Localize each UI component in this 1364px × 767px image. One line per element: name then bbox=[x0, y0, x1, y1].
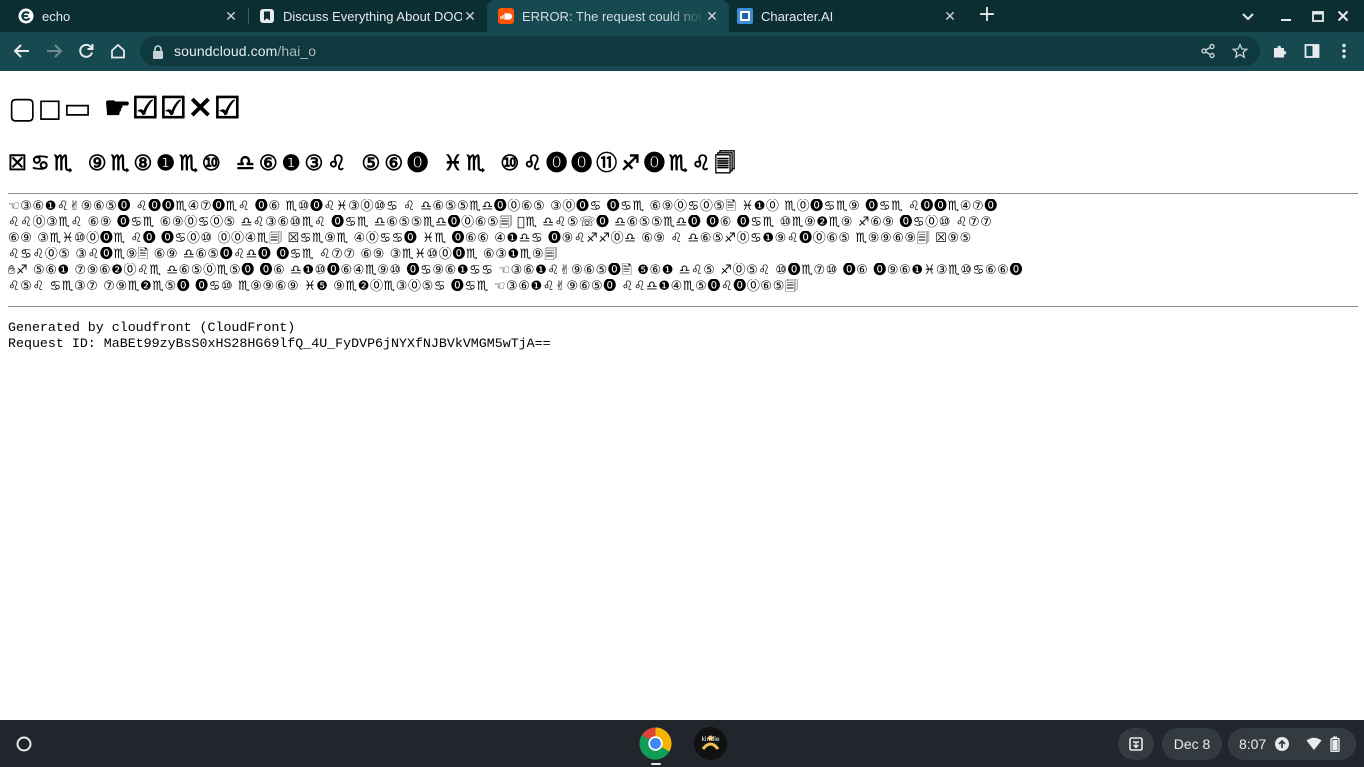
browser-toolbar: soundcloud.com/hai_o bbox=[0, 32, 1364, 71]
address-bar[interactable]: soundcloud.com/hai_o bbox=[140, 36, 1260, 66]
echo-logo-icon bbox=[18, 8, 34, 24]
url-text: soundcloud.com/hai_o bbox=[174, 36, 316, 66]
tab-search-chevron-icon[interactable] bbox=[1232, 0, 1264, 32]
new-tab-plus-icon[interactable]: + bbox=[976, 4, 998, 27]
share-icon[interactable] bbox=[1198, 41, 1218, 61]
side-panel-icon[interactable] bbox=[1297, 36, 1327, 66]
update-arrow-icon bbox=[1274, 736, 1290, 752]
wifi-icon bbox=[1306, 737, 1322, 751]
close-window-icon[interactable] bbox=[1327, 0, 1359, 32]
date-pill[interactable]: Dec 8 bbox=[1162, 728, 1222, 760]
tote-holding-space-icon[interactable] bbox=[1118, 728, 1154, 760]
tab-discuss-doors[interactable]: Discuss Everything About DOORS ✕ bbox=[249, 0, 487, 32]
launcher-circle-icon[interactable] bbox=[10, 730, 38, 758]
extensions-puzzle-icon[interactable] bbox=[1265, 36, 1295, 66]
divider bbox=[8, 306, 1358, 307]
character-ai-icon bbox=[737, 8, 753, 24]
close-icon[interactable]: ✕ bbox=[942, 8, 958, 24]
tab-echo[interactable]: echo ✕ bbox=[0, 0, 248, 32]
close-icon[interactable]: ✕ bbox=[704, 8, 720, 24]
forward-arrow-icon[interactable] bbox=[39, 36, 69, 66]
svg-text:kindle: kindle bbox=[701, 736, 719, 743]
running-indicator bbox=[651, 763, 661, 765]
error-heading: ▢◻︎▭ ☛☑︎☑︎✕☑︎ bbox=[8, 91, 242, 126]
url-path: /hai_o bbox=[277, 43, 317, 59]
tab-soundcloud-error[interactable]: ERROR: The request could not be satisfie… bbox=[487, 0, 729, 32]
error-subheading: ☒♋︎♏︎ ⑨♏︎⑧❶♏︎⑩ ♎︎⑥❶③♌︎ ⑤⑥⓿ ♓︎♏︎ ⑩♌︎⓿⓿⑪♐︎… bbox=[8, 150, 740, 175]
back-arrow-icon[interactable] bbox=[7, 36, 37, 66]
text-line: ♌︎⑤♌︎ ♋︎♏︎③⑦ ⑦⑨♏︎❷♏︎⑤⓿ ⓿♋︎⑩ ♏︎⑨⑨⑥⑨ ♓︎❺ ⑨… bbox=[8, 279, 799, 294]
tab-strip: echo ✕ Discuss Everything About DOORS ✕ … bbox=[0, 0, 1364, 32]
soundcloud-icon bbox=[498, 8, 514, 24]
close-icon[interactable]: ✕ bbox=[223, 8, 239, 24]
text-line: ♌︎♌︎⓪③♏︎♌︎ ⑥⑨ ⓿♋︎♏︎ ⑥⑨⓪♋︎⓪⑤ ♎︎♌︎③⑥⑩♏︎♌︎ … bbox=[8, 215, 993, 230]
request-id-text: Request ID: MaBEt99zyBsS0xHS28HG69lfQ_4U… bbox=[8, 336, 551, 351]
bookmark-site-icon bbox=[259, 8, 275, 24]
bookmark-star-icon[interactable] bbox=[1230, 41, 1250, 61]
text-line: ☜③⑥❶♌︎✌︎⑨⑥⑤⓿ ♌︎⓿⓿♏︎④⑦⓿♏︎♌︎ ⓿⑥ ♏︎⑩⓿♌︎♓︎③⓪… bbox=[8, 199, 998, 214]
kindle-icon[interactable]: kindle bbox=[694, 727, 727, 760]
reload-icon[interactable] bbox=[71, 36, 101, 66]
battery-icon bbox=[1330, 736, 1340, 752]
page-content: ▢◻︎▭ ☛☑︎☑︎✕☑︎ ☒♋︎♏︎ ⑨♏︎⑧❶♏︎⑩ ♎︎⑥❶③♌︎ ⑤⑥⓿… bbox=[0, 71, 1364, 720]
text-line: ✋︎♐︎ ⑤⑥❶ ⑦⑨⑥❷⓪♌︎♏︎ ♎︎⑥⑤⓪♏︎⑤⓿ ⓿⑥ ♎︎❶⑩⓿⑥④♏… bbox=[8, 263, 1024, 278]
home-icon[interactable] bbox=[103, 36, 133, 66]
error-description: ☜③⑥❶♌︎✌︎⑨⑥⑤⓿ ♌︎⓿⓿♏︎④⑦⓿♏︎♌︎ ⓿⑥ ♏︎⑩⓿♌︎♓︎③⓪… bbox=[8, 199, 1358, 295]
tab-title: Discuss Everything About DOORS bbox=[283, 8, 462, 24]
tab-title: Character.AI bbox=[761, 8, 834, 24]
tab-character-ai[interactable]: Character.AI ✕ bbox=[729, 0, 967, 32]
text-line: ♌︎♋︎♌︎⓪⑤ ③♌︎⓿♏︎⑨🖹 ⑥⑨ ♎︎⑥⑤⓿♌︎♎︎⓿ ⓿♋︎♏︎ ♌︎… bbox=[8, 247, 558, 262]
text-line: ⑥⑨ ③♏︎♓︎⑩⓪⓿♏︎ ♌︎⓿ ⓿♋︎⓪⑩ ⓪⓪④♏︎🗐 ☒♋︎♏︎⑨♏︎ … bbox=[8, 231, 972, 246]
generated-by-text: Generated by cloudfront (CloudFront) bbox=[8, 320, 296, 335]
minimize-icon[interactable] bbox=[1270, 0, 1302, 32]
chrome-icon[interactable] bbox=[639, 727, 672, 760]
status-area[interactable]: 8:07 bbox=[1228, 728, 1356, 760]
lock-icon[interactable] bbox=[152, 44, 164, 63]
clock-text: 8:07 bbox=[1239, 736, 1267, 752]
close-icon[interactable]: ✕ bbox=[462, 8, 478, 24]
more-vert-icon[interactable] bbox=[1329, 36, 1359, 66]
tab-title: ERROR: The request could not be satisfie… bbox=[522, 8, 704, 24]
date-text: Dec 8 bbox=[1173, 736, 1211, 752]
tab-title: echo bbox=[42, 8, 71, 24]
divider bbox=[8, 193, 1358, 194]
url-host: soundcloud.com bbox=[174, 43, 278, 59]
os-shelf: kindle Dec 8 8:07 bbox=[0, 720, 1364, 767]
